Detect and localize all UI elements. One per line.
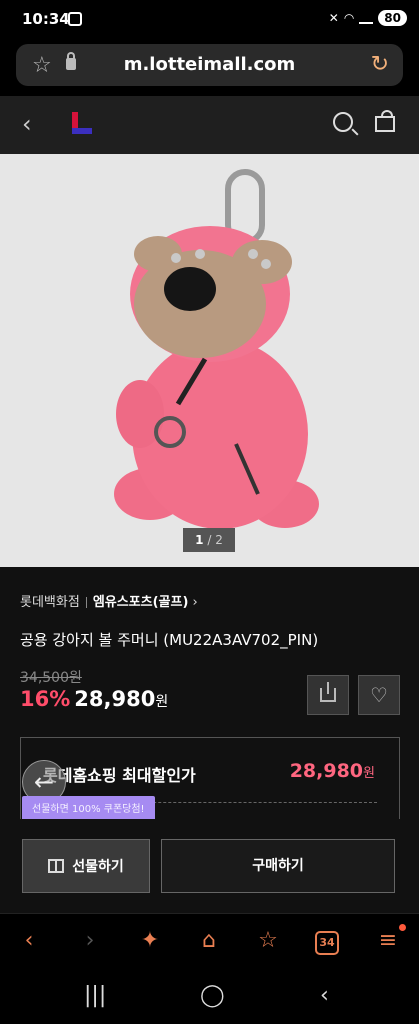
site-header: ‹ <box>0 96 419 154</box>
bookmarks-star-icon[interactable]: ☆ <box>253 928 283 953</box>
battery-indicator: 80 <box>378 10 407 26</box>
image-counter: 1 / 2 <box>183 528 235 552</box>
home-circle-icon[interactable]: ◯ <box>200 983 225 1008</box>
home-icon[interactable]: ⌂ <box>194 928 224 953</box>
sparkle-icon[interactable]: ✦ <box>135 928 165 953</box>
shopping-bag-icon[interactable] <box>375 110 395 132</box>
search-icon[interactable] <box>333 112 353 132</box>
mute-icon: ✕ <box>328 11 339 25</box>
system-nav-bar: ||| ◯ ‹ <box>0 969 419 1024</box>
product-image[interactable]: 1 / 2 <box>0 154 419 567</box>
price-currency: 원 <box>155 694 169 710</box>
back-chevron-icon[interactable]: ‹ <box>22 110 32 138</box>
original-price: 34,500원 <box>20 670 82 686</box>
screenshot-icon <box>68 12 82 26</box>
arrow-left-icon: ← <box>33 768 55 796</box>
heart-icon: ♡ <box>370 683 388 707</box>
discount-rate: 16% <box>20 687 71 711</box>
gift-icon <box>48 859 65 873</box>
gift-button-label: 선물하기 <box>72 859 124 875</box>
max-discount-price: 28,980원 <box>289 760 375 782</box>
buy-button[interactable]: 구매하기 <box>161 839 395 893</box>
pink-dog-pouch-illustration <box>0 154 419 567</box>
image-counter-current: 1 <box>195 533 204 547</box>
gift-button[interactable]: 선물하기 <box>22 839 150 893</box>
status-icons: ✕ ◠ 80 <box>329 10 407 26</box>
brand-breadcrumb: 롯데백화점 엠유스포츠(골프) › <box>20 591 198 610</box>
chevron-right-icon: › <box>188 595 198 610</box>
tabs-count-button[interactable]: 34 <box>315 931 339 955</box>
lotte-logo[interactable] <box>72 112 94 134</box>
price-row: 16% 28,980원 <box>20 687 168 711</box>
menu-icon[interactable]: ≡ <box>373 928 403 953</box>
signal-icon <box>359 12 374 24</box>
forward-icon[interactable]: › <box>75 928 105 953</box>
reload-icon[interactable]: ↻ <box>371 52 389 77</box>
address-bar[interactable]: ☆ m.lotteimall.com ↻ <box>16 44 403 86</box>
status-bar: 10:34 ✕ ◠ 80 <box>0 0 419 40</box>
purchase-actions: 선물하기 구매하기 <box>0 819 419 913</box>
recent-apps-icon[interactable]: ||| <box>84 983 106 1008</box>
brand-link[interactable]: 롯데백화점 <box>20 595 80 610</box>
system-back-icon[interactable]: ‹ <box>320 983 329 1008</box>
wishlist-button[interactable]: ♡ <box>358 675 400 715</box>
share-button[interactable] <box>307 675 349 715</box>
product-info: 롯데백화점 엠유스포츠(골프) › 공용 강아지 볼 주머니 (MU22A3AV7… <box>0 567 419 913</box>
notification-dot <box>399 924 406 931</box>
browser-toolbar: ‹ › ✦ ⌂ ☆ 34 ≡ <box>0 913 419 969</box>
url-text[interactable]: m.lotteimall.com <box>16 54 403 75</box>
share-icon <box>320 682 336 702</box>
status-time: 10:34 <box>22 10 70 28</box>
wifi-icon: ◠ <box>343 11 355 25</box>
back-icon[interactable]: ‹ <box>14 928 44 953</box>
sale-price: 28,980 <box>74 687 156 711</box>
sub-brand-link[interactable]: 엠유스포츠(골프) <box>93 595 189 610</box>
product-name: 공용 강아지 볼 주머니 (MU22A3AV702_PIN) <box>20 631 319 649</box>
image-counter-total: / 2 <box>207 533 223 547</box>
